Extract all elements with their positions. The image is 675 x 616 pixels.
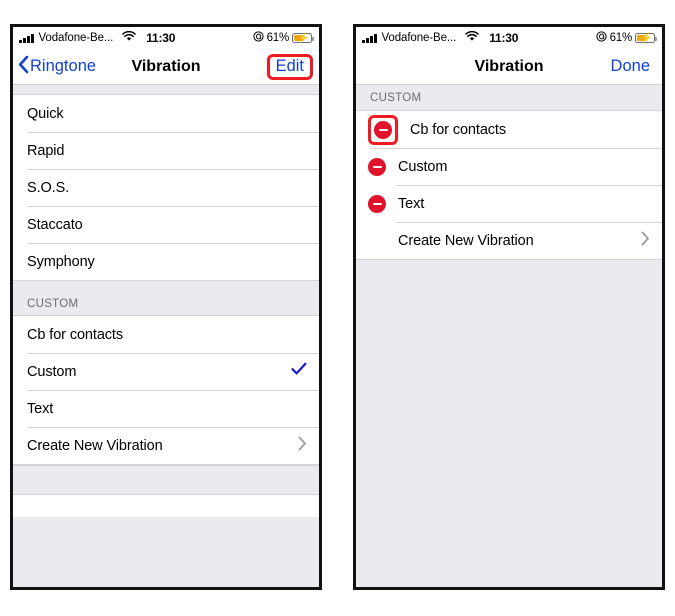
list-item-create-new-vibration[interactable]: Create New Vibration <box>356 222 662 259</box>
battery-percentage: 61% <box>609 32 633 44</box>
delete-button-highlight <box>368 114 398 145</box>
list-item-cb-for-contacts[interactable]: Cb for contacts <box>356 111 662 148</box>
row-label: Cb for contacts <box>27 326 124 343</box>
wifi-icon <box>122 30 137 45</box>
location-services-icon <box>252 31 264 45</box>
section-header-custom-right: CUSTOM <box>356 85 662 110</box>
row-label: S.O.S. <box>27 179 70 196</box>
wifi-icon <box>465 30 480 45</box>
custom-vibrations-group-editing: Cb for contacts Custom Text Create New V… <box>356 110 662 260</box>
cellular-signal-icon <box>362 33 377 43</box>
status-bar-left: Vodafone-Be... 11:30 61% ⚡ <box>13 27 319 49</box>
list-item-text[interactable]: Text <box>356 185 662 222</box>
chevron-right-icon <box>641 231 650 251</box>
row-label: Rapid <box>27 142 65 159</box>
row-accessory <box>641 231 650 251</box>
row-label: Quick <box>27 105 64 122</box>
row-label: Custom <box>398 158 448 175</box>
list-item-create-new-vibration[interactable]: Create New Vibration <box>13 427 319 464</box>
row-label: Symphony <box>27 253 95 270</box>
location-services-icon <box>595 31 607 45</box>
list-item[interactable]: Rapid <box>13 132 319 169</box>
screenshot-stage: Vodafone-Be... 11:30 61% ⚡ Ringtone Vibr… <box>0 0 675 616</box>
list-item-custom[interactable]: Custom <box>13 353 319 390</box>
battery-charging-icon: ⚡ <box>292 33 314 44</box>
list-item-cb-for-contacts[interactable]: Cb for contacts <box>13 316 319 353</box>
list-item[interactable]: Symphony <box>13 243 319 280</box>
status-bar-right-group: 61% ⚡ <box>252 31 314 45</box>
row-label: Staccato <box>27 216 83 233</box>
status-bar-left-group: Vodafone-Be... 11:30 <box>362 30 519 45</box>
delete-minus-icon[interactable] <box>374 120 392 139</box>
right-content: CUSTOM Cb for contacts Custom Text Creat… <box>356 85 662 587</box>
battery-charging-icon: ⚡ <box>635 33 657 44</box>
status-bar-clock: 11:30 <box>489 31 519 45</box>
nav-bar-left: Ringtone Vibration Edit <box>13 49 319 85</box>
status-bar-right-group: 61% ⚡ <box>595 31 657 45</box>
top-spacer-left <box>13 85 319 94</box>
row-label: Text <box>27 400 54 417</box>
battery-percentage: 61% <box>266 32 290 44</box>
nav-bar-right: Vibration Done <box>356 49 662 85</box>
status-bar-left-group: Vodafone-Be... 11:30 <box>19 30 176 45</box>
edit-button[interactable]: Edit <box>276 57 304 76</box>
right-phone-screen: Vodafone-Be... 11:30 61% ⚡ Vibration Don… <box>353 24 665 590</box>
row-label: Text <box>398 195 425 212</box>
row-accessory <box>291 362 307 381</box>
checkmark-icon <box>291 362 307 381</box>
delete-minus-icon[interactable] <box>368 194 386 213</box>
chevron-right-icon <box>298 436 307 456</box>
list-item[interactable]: Quick <box>13 95 319 132</box>
bottom-gray-band-left <box>13 465 319 495</box>
delete-minus-icon[interactable] <box>368 157 386 176</box>
row-label: Create New Vibration <box>27 437 163 454</box>
bottom-white-strip-left <box>13 495 319 517</box>
row-label: Custom <box>27 363 77 380</box>
list-item[interactable]: Staccato <box>13 206 319 243</box>
row-label: Cb for contacts <box>410 121 507 138</box>
chevron-left-icon <box>18 55 29 79</box>
custom-vibrations-group: Cb for contacts Custom Text Create New V… <box>13 315 319 465</box>
edit-button-highlight: Edit <box>266 53 313 80</box>
section-header-custom-left: CUSTOM <box>13 281 319 315</box>
cellular-signal-icon <box>19 33 34 43</box>
list-item-custom[interactable]: Custom <box>356 148 662 185</box>
left-content: Quick Rapid S.O.S. Staccato Symphony CUS… <box>13 85 319 587</box>
status-bar-clock: 11:30 <box>146 31 176 45</box>
list-item[interactable]: S.O.S. <box>13 169 319 206</box>
row-label: Create New Vibration <box>398 232 534 249</box>
status-bar-right: Vodafone-Be... 11:30 61% ⚡ <box>356 27 662 49</box>
list-item-text[interactable]: Text <box>13 390 319 427</box>
done-button[interactable]: Done <box>611 57 662 76</box>
carrier-name: Vodafone-Be... <box>381 32 457 44</box>
standard-vibrations-group: Quick Rapid S.O.S. Staccato Symphony <box>13 94 319 281</box>
back-button-ringtone[interactable]: Ringtone <box>13 55 96 79</box>
back-button-label: Ringtone <box>30 57 97 75</box>
carrier-name: Vodafone-Be... <box>38 32 114 44</box>
row-accessory <box>298 436 307 456</box>
left-phone-screen: Vodafone-Be... 11:30 61% ⚡ Ringtone Vibr… <box>10 24 322 590</box>
